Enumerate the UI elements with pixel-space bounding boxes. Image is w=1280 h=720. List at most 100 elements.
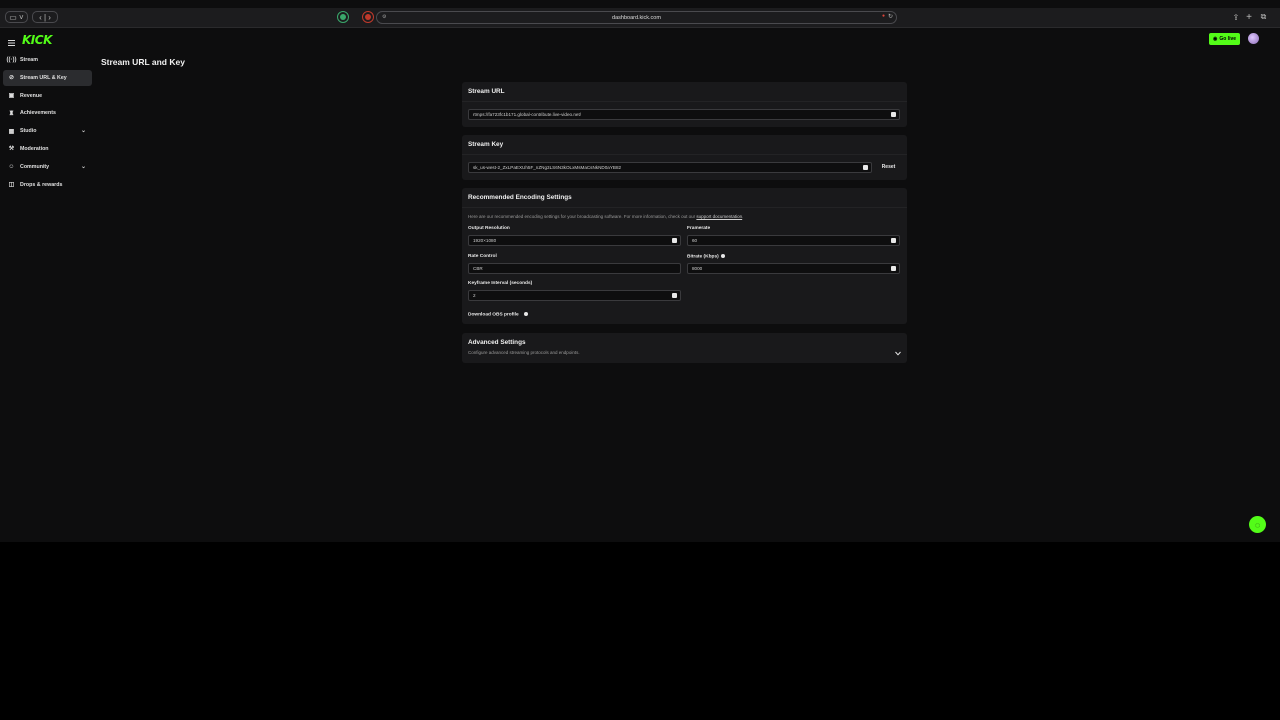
divider [462, 207, 907, 208]
help-chat-button[interactable]: ◌ [1249, 516, 1266, 533]
copy-icon[interactable] [891, 112, 896, 117]
bitrate-label-text: Bitrate (Kbps) [687, 254, 719, 260]
bitrate-field[interactable]: 8000 [687, 263, 900, 274]
stream-url-field[interactable]: rtmps://fa723fc1b171.global-contribute.l… [468, 109, 900, 120]
rate-control-value: CBR [473, 266, 483, 271]
broadcast-icon: ((·)) [6, 57, 17, 63]
keyframe-interval-label: Keyframe Interval (seconds) [468, 281, 533, 286]
output-resolution-value: 1920×1080 [473, 238, 497, 243]
menu-icon [8, 40, 15, 46]
address-bar[interactable]: ⚙ dashboard.kick.com ● ↻ [376, 11, 897, 24]
mic-icon[interactable]: ● [882, 13, 885, 19]
sidebar-item-label: Revenue [20, 92, 43, 99]
rate-control-field[interactable]: CBR [468, 263, 681, 274]
framerate-value: 60 [692, 238, 698, 243]
download-obs-profile-label: Download OBS profile [468, 312, 519, 318]
page-settings-icon[interactable]: ⚙ [382, 14, 386, 20]
page-title: Stream URL and Key [101, 57, 185, 67]
record-extension-icon[interactable] [362, 11, 374, 23]
go-live-button[interactable]: ◉ Go live [1209, 33, 1240, 45]
info-icon[interactable] [720, 254, 725, 258]
trophy-icon: ♜ [8, 110, 15, 117]
bitrate-value: 8000 [692, 266, 703, 271]
back-icon[interactable]: ‹ [39, 13, 42, 22]
chevron-down-icon[interactable] [895, 343, 901, 361]
copy-icon[interactable] [672, 238, 677, 243]
broadcast-icon: ◉ [1212, 36, 1218, 42]
keyframe-interval-value: 2 [473, 293, 476, 298]
keyframe-interval-field[interactable]: 2 [468, 290, 681, 301]
divider [462, 101, 907, 102]
gavel-icon: ⚒ [8, 146, 15, 153]
sidebar-item-community[interactable]: ☺ Community ⌄ [3, 159, 92, 175]
sidebar-item-label: Stream [20, 57, 38, 63]
output-resolution-field[interactable]: 1920×1080 [468, 235, 681, 246]
copy-icon[interactable] [891, 238, 896, 243]
address-text: dashboard.kick.com [612, 14, 661, 21]
sidebar-item-label: Drops & rewards [20, 181, 63, 188]
wallet-icon: ▣ [8, 93, 15, 100]
advanced-settings-panel[interactable]: Advanced Settings Configure advanced str… [462, 333, 907, 363]
bitrate-label: Bitrate (Kbps) [687, 254, 725, 259]
rate-control-label: Rate Control [468, 254, 497, 259]
stream-key-panel: Stream Key sk_us-west-2_ZxLPaEXUh5F_nZNg… [462, 135, 907, 180]
sidebar-item-label: Moderation [20, 145, 49, 152]
encoding-description-text: Here are our recommended encoding settin… [468, 214, 696, 219]
sidebar-item-moderation[interactable]: ⚒ Moderation [3, 141, 92, 157]
chevron-down-icon[interactable]: ⌄ [81, 127, 86, 134]
sidebar-item-label: Studio [20, 128, 37, 135]
grid-icon: ▦ [8, 128, 15, 135]
reload-icon[interactable]: ↻ [888, 13, 893, 20]
sidebar-item-drops-rewards[interactable]: ◫ Drops & rewards [3, 177, 92, 193]
top-navigation: KICK ◉ Go live [0, 28, 1280, 50]
sidebar-item-achievements[interactable]: ♜ Achievements [3, 105, 92, 121]
encoding-description: Here are our recommended encoding settin… [468, 214, 900, 219]
new-tab-button[interactable]: + [1244, 11, 1254, 23]
chevron-down-icon[interactable]: ⌄ [81, 163, 86, 170]
output-resolution-label: Output Resolution [468, 226, 510, 231]
info-icon[interactable] [523, 312, 528, 316]
stream-url-panel: Stream URL rtmps://fa723fc1b171.global-c… [462, 82, 907, 127]
forward-icon[interactable]: › [48, 13, 51, 22]
stream-key-value: sk_us-west-2_ZxLPaEXUh5F_nZNg3LS6N3kOLxM… [473, 165, 622, 170]
sidebar-item-label: Community [20, 163, 50, 170]
avatar[interactable] [1248, 33, 1259, 44]
framerate-field[interactable]: 60 [687, 235, 900, 246]
link-icon: ⊘ [8, 75, 15, 82]
reset-button[interactable]: Reset [876, 161, 901, 173]
share-icon: ⇪ [1232, 12, 1240, 22]
stream-key-field[interactable]: sk_us-west-2_ZxLPaEXUh5F_nZNg3LS6N3kOLxM… [468, 162, 872, 173]
browser-toolbar: ▭ ˅ ‹ | › ⚙ dashboard.kick.com ● ↻ ⇪ + ⧉ [0, 8, 1280, 28]
sidebar-item-stream-url-key[interactable]: ⊘ Stream URL & Key [3, 69, 92, 86]
extension-icon[interactable] [337, 11, 349, 23]
support-documentation-link[interactable]: support documentation [696, 214, 742, 219]
sidebar-toggle-button[interactable]: ▭ ˅ [5, 11, 28, 23]
copy-icon[interactable] [891, 266, 896, 271]
tabs-icon: ⧉ [1260, 12, 1267, 21]
sidebar-item-stream[interactable]: ((·)) Stream [3, 52, 92, 68]
download-obs-profile-link[interactable]: Download OBS profile [468, 312, 528, 317]
divider [462, 154, 907, 155]
people-icon: ☺ [8, 163, 15, 170]
hamburger-menu-button[interactable] [8, 34, 16, 46]
encoding-title: Recommended Encoding Settings [468, 194, 572, 201]
gift-icon: ◫ [8, 182, 15, 189]
sidebar-icon: ▭ ˅ [9, 12, 24, 22]
go-live-label: Go live [1219, 36, 1237, 42]
stream-url-value: rtmps://fa723fc1b171.global-contribute.l… [473, 112, 582, 117]
share-button[interactable]: ⇪ [1231, 11, 1241, 23]
sidebar-item-studio[interactable]: ▦ Studio ⌄ [3, 123, 92, 139]
copy-icon[interactable] [672, 293, 677, 298]
stream-key-title: Stream Key [468, 141, 504, 148]
plus-icon: + [1246, 11, 1252, 23]
tab-overview-button[interactable]: ⧉ [1258, 11, 1269, 23]
copy-icon[interactable] [863, 165, 868, 170]
period-text: . [742, 214, 744, 219]
back-forward-buttons[interactable]: ‹ | › [32, 11, 58, 23]
kick-logo[interactable]: KICK [22, 33, 52, 47]
app-window: ▭ ˅ ‹ | › ⚙ dashboard.kick.com ● ↻ ⇪ + ⧉ [0, 0, 1280, 542]
sidebar: ((·)) Stream ⊘ Stream URL & Key ▣ Revenu… [3, 52, 92, 194]
encoding-settings-panel: Recommended Encoding Settings Here are o… [462, 188, 907, 324]
advanced-settings-title: Advanced Settings [468, 339, 526, 346]
sidebar-item-revenue[interactable]: ▣ Revenue [3, 88, 92, 104]
